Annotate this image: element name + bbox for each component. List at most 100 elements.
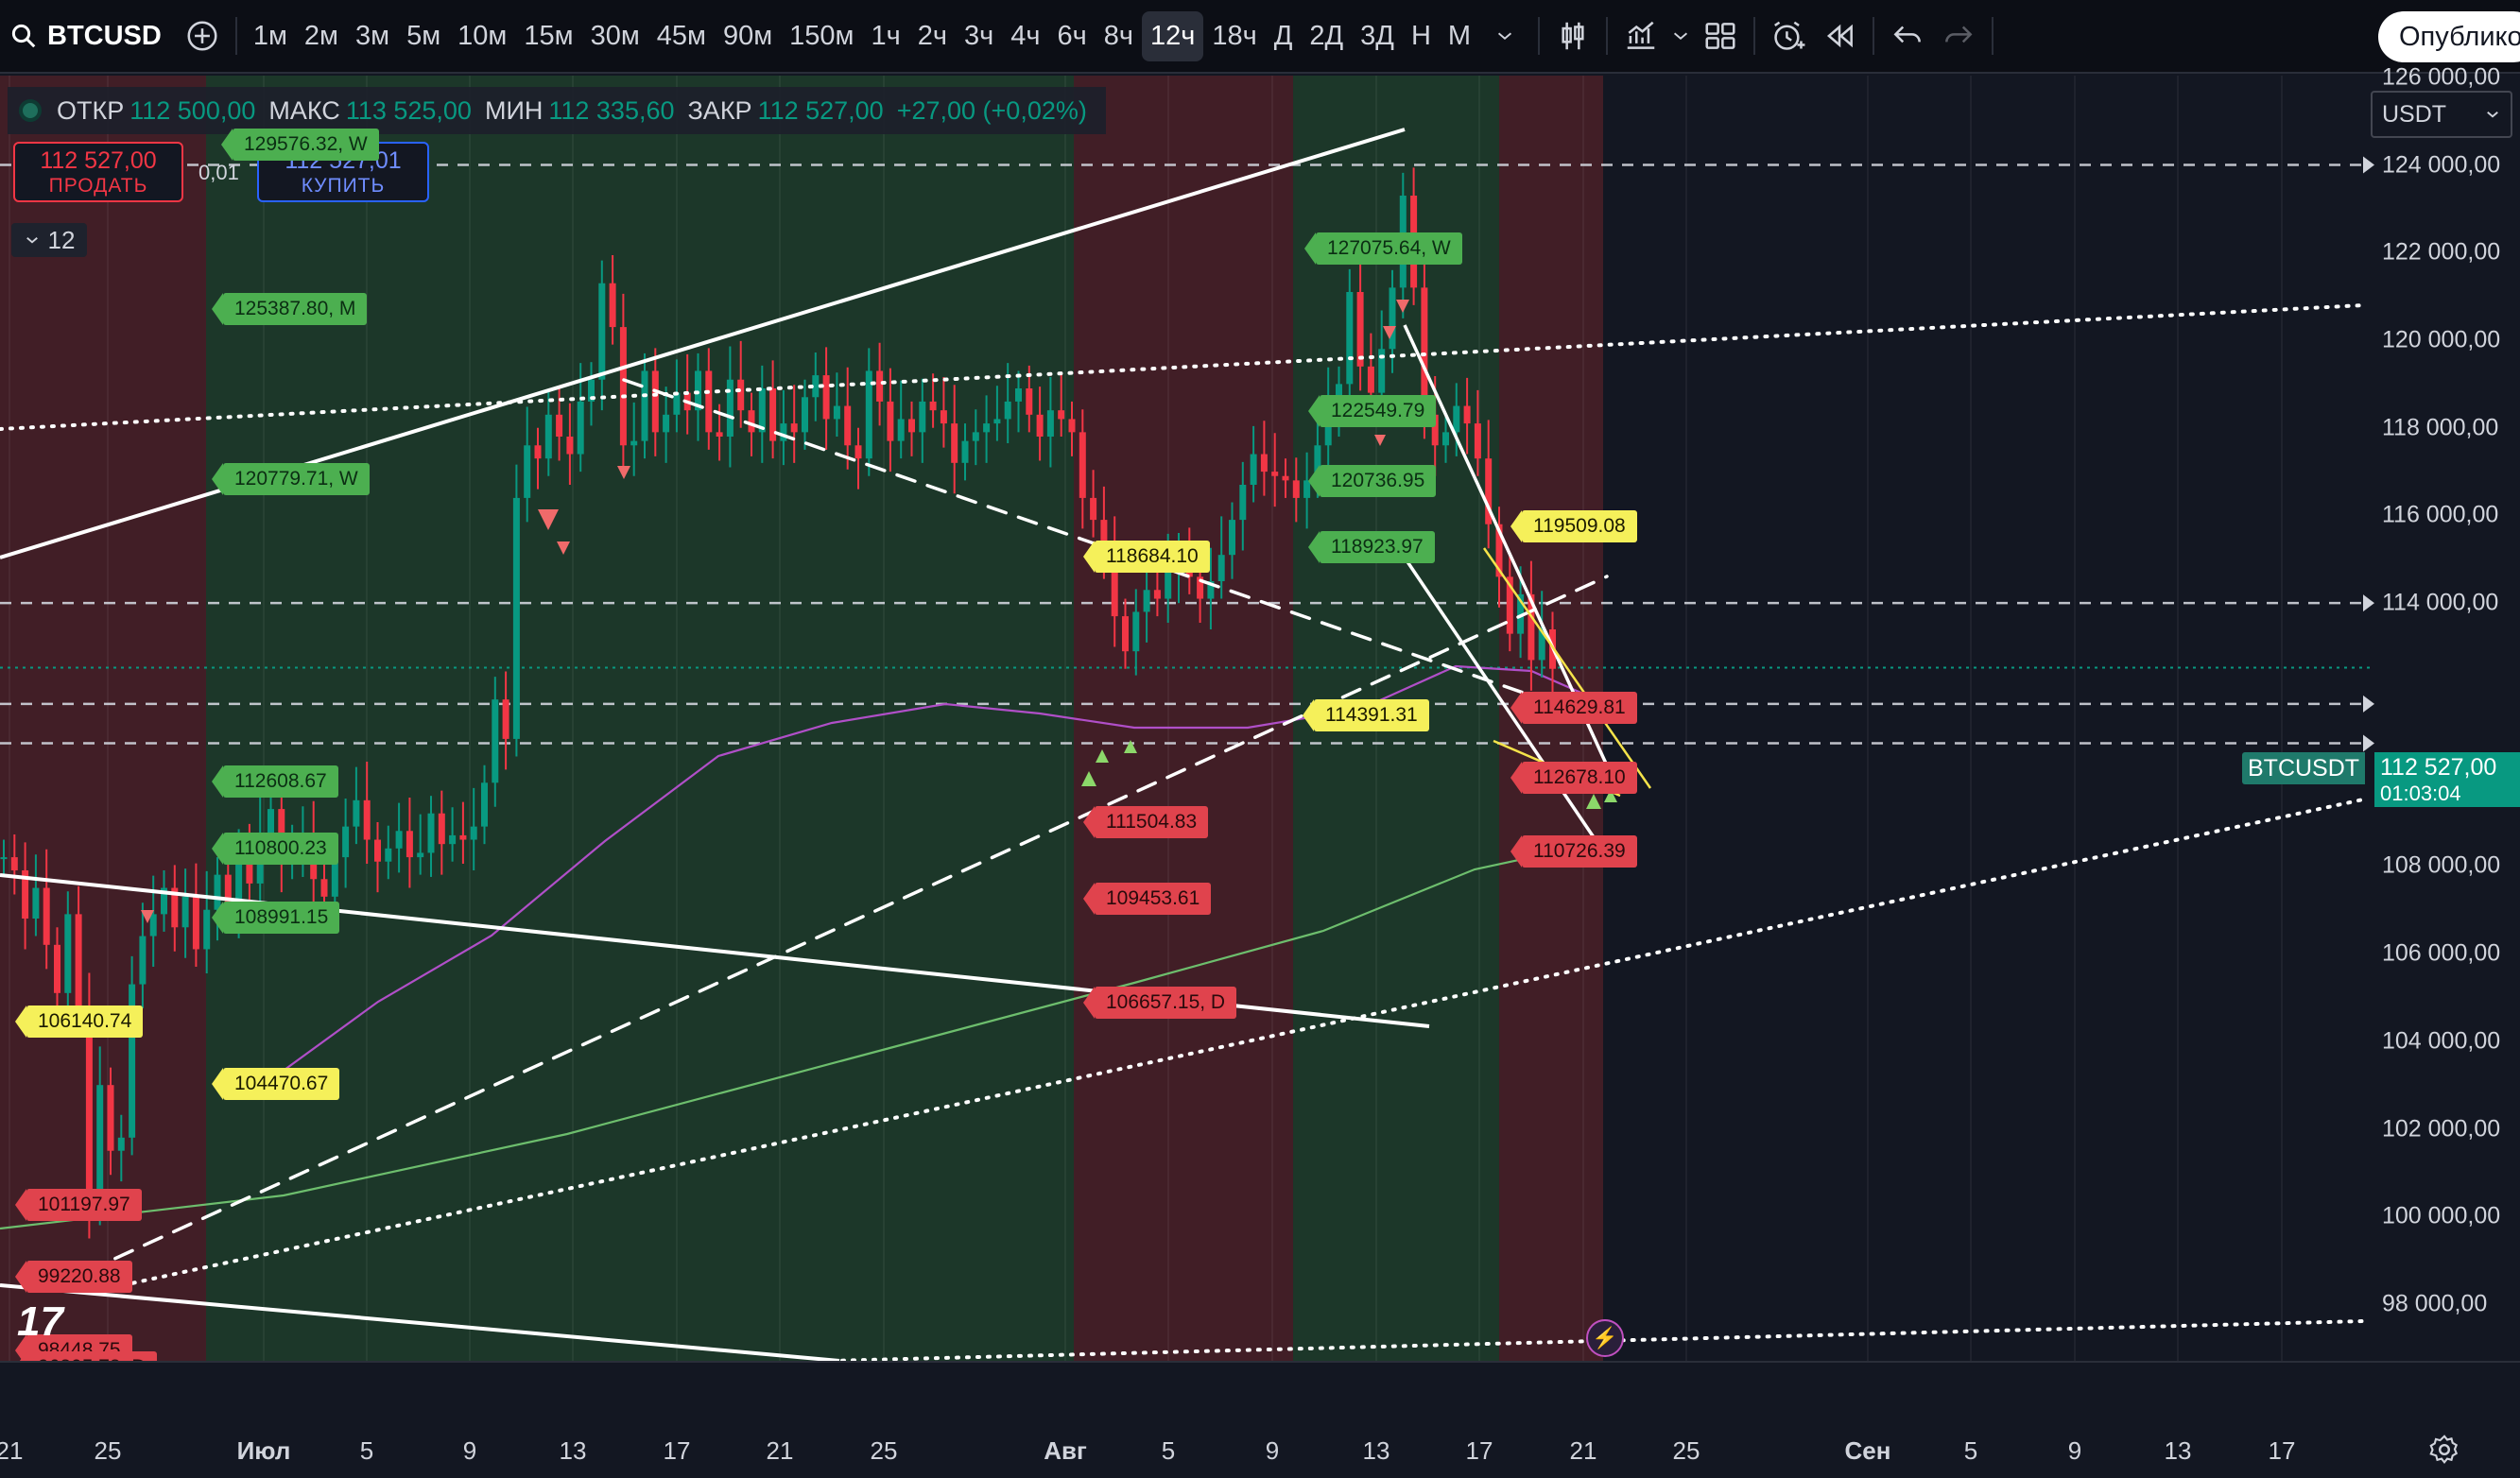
candle-body	[139, 936, 147, 985]
candle-body	[395, 831, 403, 849]
redo-icon	[1945, 26, 1973, 43]
candle-body	[1389, 287, 1396, 350]
price-label[interactable]: 127075.64, W	[1304, 232, 1462, 265]
time-tick: 13	[2164, 1436, 2192, 1465]
candle-body	[32, 887, 40, 919]
time-tick: Сен	[1844, 1436, 1891, 1465]
candle-body	[951, 423, 958, 463]
candle-body	[1229, 520, 1235, 556]
buy-label: КУПИТЬ	[301, 174, 386, 197]
time-tick: 17	[1465, 1436, 1493, 1465]
timeframe-button[interactable]: 3Д	[1352, 11, 1403, 61]
sell-label: ПРОДАТЬ	[48, 174, 148, 197]
timeframe-button[interactable]: 2м	[296, 11, 347, 61]
price-label[interactable]: 106140.74	[14, 1005, 144, 1038]
timeframe-button[interactable]: 2Д	[1301, 11, 1352, 61]
price-label[interactable]: 118684.10	[1083, 541, 1210, 573]
candle-body	[10, 857, 18, 870]
price-label[interactable]: 120779.71, W	[212, 463, 370, 495]
price-label[interactable]: 114391.31	[1303, 699, 1429, 731]
layouts-button[interactable]	[1695, 10, 1746, 61]
symbol-search[interactable]: BTCUSD	[0, 21, 177, 52]
price-label[interactable]: 106657.15, D	[1082, 987, 1237, 1019]
price-label[interactable]: 111504.83	[1082, 806, 1209, 838]
publish-button[interactable]: Опубликовать	[2378, 11, 2520, 62]
price-tick: 102 000,00	[2382, 1115, 2501, 1143]
indicators-toggle[interactable]: 12	[11, 223, 87, 257]
price-label[interactable]: 125387.80, M	[211, 293, 368, 325]
price-label[interactable]: 122549.79	[1307, 395, 1437, 427]
price-label[interactable]: 110726.39	[1510, 835, 1637, 868]
timeframe-button[interactable]: Д	[1266, 11, 1302, 61]
candle-body	[1015, 388, 1022, 402]
candle-body	[641, 370, 648, 441]
price-label[interactable]: 104470.67	[211, 1068, 340, 1100]
timeframe-button[interactable]: 10м	[449, 11, 515, 61]
price-tick: 104 000,00	[2382, 1027, 2501, 1055]
candle-body	[544, 414, 552, 459]
candle-body	[1453, 405, 1460, 433]
compare-symbol-button[interactable]	[177, 10, 228, 61]
timeframe-button[interactable]: 3м	[347, 11, 398, 61]
price-label[interactable]: 119509.08	[1510, 510, 1637, 542]
timeframe-button[interactable]: 18ч	[1203, 11, 1265, 61]
timeframe-dropdown[interactable]	[1479, 10, 1530, 61]
timeframe-button[interactable]: 8ч	[1096, 11, 1142, 61]
settings-gear-icon[interactable]	[2427, 1433, 2461, 1467]
indicators-dropdown[interactable]	[1666, 10, 1695, 61]
price-label[interactable]: 99220.88	[15, 1261, 132, 1293]
alert-button[interactable]	[1763, 10, 1814, 61]
undo-button[interactable]	[1882, 10, 1933, 61]
timeframe-button[interactable]: 30м	[582, 11, 648, 61]
price-label[interactable]: 114629.81	[1510, 692, 1637, 724]
order-quantity[interactable]: 0,01	[198, 161, 239, 185]
timeframe-button[interactable]: 3ч	[956, 11, 1002, 61]
candle-body	[1442, 432, 1449, 446]
timeframe-button[interactable]: 4ч	[1002, 11, 1048, 61]
timeframe-button[interactable]: 150м	[781, 11, 862, 61]
timeframe-button[interactable]: 6ч	[1049, 11, 1096, 61]
price-label[interactable]: 109453.61	[1082, 883, 1212, 915]
chart-canvas[interactable]	[0, 76, 2520, 1361]
price-label[interactable]: 112608.67	[212, 765, 338, 798]
redo-button[interactable]	[1933, 10, 1984, 61]
timeframe-button[interactable]: 45м	[648, 11, 715, 61]
timeframe-button[interactable]: 90м	[715, 11, 781, 61]
price-tick: 114 000,00	[2382, 589, 2499, 616]
lightning-icon[interactable]: ⚡	[1586, 1319, 1624, 1357]
timeframe-button[interactable]: 1м	[245, 11, 296, 61]
candle-body	[268, 809, 274, 835]
chart-pane[interactable]	[0, 76, 2520, 1361]
time-tick: 5	[1161, 1436, 1176, 1465]
timeframe-button[interactable]: 15м	[515, 11, 581, 61]
timeframe-button[interactable]: М	[1440, 11, 1479, 61]
tradingview-logo[interactable]: 17	[17, 1298, 63, 1346]
price-label[interactable]: 118923.97	[1308, 531, 1435, 563]
replay-button[interactable]	[1814, 10, 1865, 61]
candle-body	[406, 831, 413, 858]
time-tick: 5	[359, 1436, 374, 1465]
timeframe-button[interactable]: 1ч	[863, 11, 909, 61]
price-label[interactable]: 129576.32, W	[221, 129, 379, 161]
time-tick: 21	[0, 1436, 24, 1465]
price-tick: 124 000,00	[2382, 151, 2501, 179]
chart-type-button[interactable]	[1547, 10, 1598, 61]
candle-body	[1165, 572, 1172, 599]
timeframe-button[interactable]: 5м	[398, 11, 449, 61]
price-label[interactable]: 101197.97	[15, 1189, 142, 1221]
candle-body	[993, 419, 1001, 424]
sell-button[interactable]: 112 527,00 ПРОДАТЬ	[13, 142, 183, 202]
candle-body	[577, 401, 584, 455]
price-label[interactable]: 112678.10	[1510, 762, 1637, 794]
low-value: 112 335,60	[548, 95, 675, 125]
indicators-button[interactable]	[1615, 10, 1666, 61]
price-label[interactable]: 110800.23	[212, 833, 338, 865]
chevron-down-icon	[2487, 112, 2498, 118]
currency-select[interactable]: USDT	[2371, 91, 2512, 138]
price-label[interactable]: 108991.15	[211, 902, 340, 934]
time-axis[interactable]: 21 25 Июл 5 9 13 17 21 25 Авг 5 9 13 17 21 25 Сен 5 9 13 17	[0, 1361, 2520, 1478]
timeframe-button[interactable]: 2ч	[909, 11, 956, 61]
timeframe-button[interactable]: Н	[1403, 11, 1440, 61]
price-label[interactable]: 120736.95	[1307, 465, 1437, 497]
timeframe-button[interactable]: 12ч	[1142, 10, 1204, 61]
